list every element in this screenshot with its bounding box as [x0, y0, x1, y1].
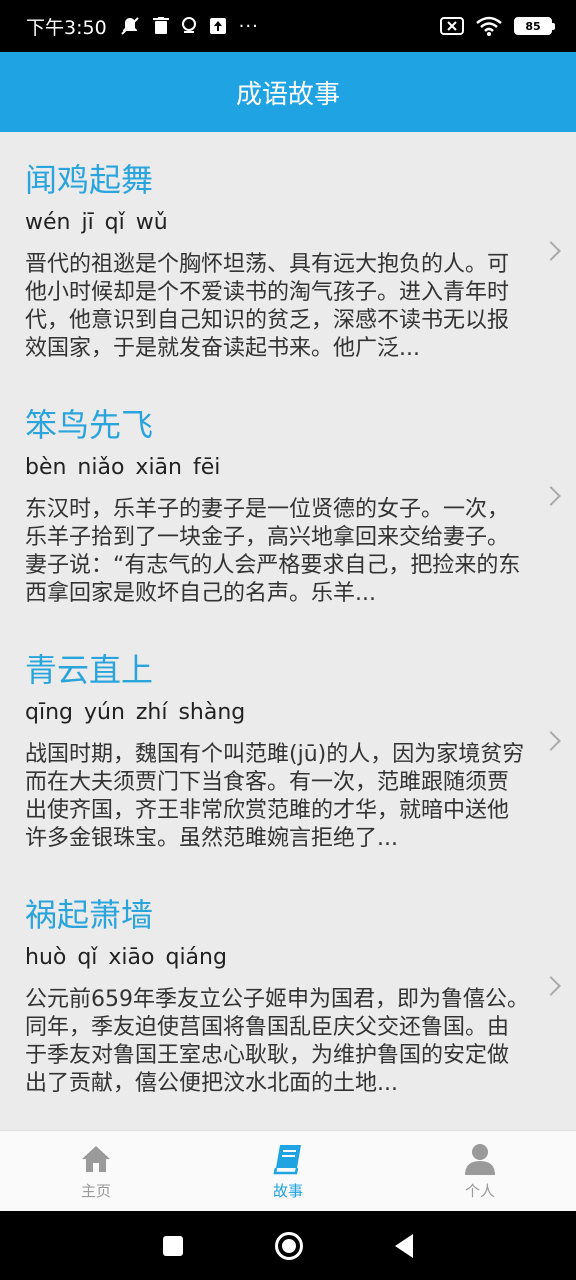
story-item[interactable]: 笨鸟先飞 bèn niǎo xiān fēi 东汉时，乐羊子的妻子是一位贤德的女…	[0, 377, 576, 622]
app-bar: 成语故事	[0, 52, 576, 132]
chevron-right-icon	[541, 976, 561, 996]
status-left: 下午3:50 ···	[26, 13, 259, 40]
story-summary: 晋代的祖逖是个胸怀坦荡、具有远大抱负的人。可他小时候却是个不爱读书的淘气孩子。进…	[25, 252, 510, 361]
tab-profile[interactable]: 个人	[384, 1131, 576, 1211]
bottom-tab-bar: 主页 故事 个人	[0, 1130, 576, 1211]
story-item[interactable]: 青云直上 qīng yún zhí shàng 战国时期，魏国有个叫范雎(jū)…	[0, 622, 576, 867]
home-button[interactable]	[275, 1231, 303, 1260]
page-title: 成语故事	[235, 79, 340, 110]
story-item[interactable]: 闻鸡起舞 wén jī qǐ wǔ 晋代的祖逖是个胸怀坦荡、具有远大抱负的人。可…	[0, 132, 576, 377]
recents-button[interactable]	[163, 1235, 183, 1256]
story-title: 祸起萧墙	[25, 896, 154, 934]
story-pinyin: wén jī qǐ wǔ	[25, 210, 168, 235]
story-title: 青云直上	[25, 651, 154, 689]
story-pinyin: qīng yún zhí shàng	[25, 700, 246, 725]
tab-stories[interactable]: 故事	[192, 1131, 384, 1211]
story-summary: 战国时期，魏国有个叫范雎(jū)的人，因为家境贫穷而在大夫须贾门下当食客。有一次…	[25, 742, 525, 851]
mute-icon	[120, 17, 139, 35]
wifi-icon	[476, 16, 502, 36]
back-button[interactable]	[395, 1233, 413, 1258]
story-title: 笨鸟先飞	[25, 406, 154, 444]
chevron-right-icon	[541, 486, 561, 506]
status-bar: 下午3:50 ··· 85	[0, 0, 576, 52]
story-list[interactable]: 闻鸡起舞 wén jī qǐ wǔ 晋代的祖逖是个胸怀坦荡、具有远大抱负的人。可…	[0, 132, 576, 1130]
battery-icon: 85	[514, 17, 555, 35]
story-title: 闻鸡起舞	[25, 161, 154, 199]
tab-profile-label: 个人	[464, 1181, 495, 1200]
tab-stories-label: 故事	[272, 1181, 303, 1200]
battery-level: 85	[525, 19, 541, 33]
person-icon	[465, 1143, 495, 1175]
story-pinyin: huò qǐ xiāo qiáng	[25, 945, 227, 970]
location-icon	[181, 17, 196, 33]
system-nav-bar	[0, 1211, 576, 1280]
story-summary: 公元前659年季友立公子姬申为国君，即为鲁僖公。同年，季友迫使莒国将鲁国乱臣庆父…	[25, 987, 529, 1096]
tab-home[interactable]: 主页	[0, 1131, 192, 1211]
story-summary: 东汉时，乐羊子的妻子是一位贤德的女子。一次，乐羊子拾到了一块金子，高兴地拿回来交…	[25, 497, 521, 606]
home-icon	[82, 1145, 110, 1172]
status-right: 85	[440, 16, 555, 36]
book-icon	[273, 1144, 301, 1174]
chevron-right-icon	[541, 241, 561, 261]
tab-home-label: 主页	[80, 1181, 111, 1200]
more-notifications-icon: ···	[238, 15, 259, 37]
status-time: 下午3:50	[26, 16, 107, 39]
story-item[interactable]: 祸起萧墙 huò qǐ xiāo qiáng 公元前659年季友立公子姬申为国君…	[0, 867, 576, 1112]
chevron-right-icon	[541, 731, 561, 751]
no-sim-icon	[440, 17, 464, 35]
upload-icon	[209, 18, 226, 34]
trash-icon	[152, 17, 169, 34]
story-pinyin: bèn niǎo xiān fēi	[25, 455, 221, 480]
